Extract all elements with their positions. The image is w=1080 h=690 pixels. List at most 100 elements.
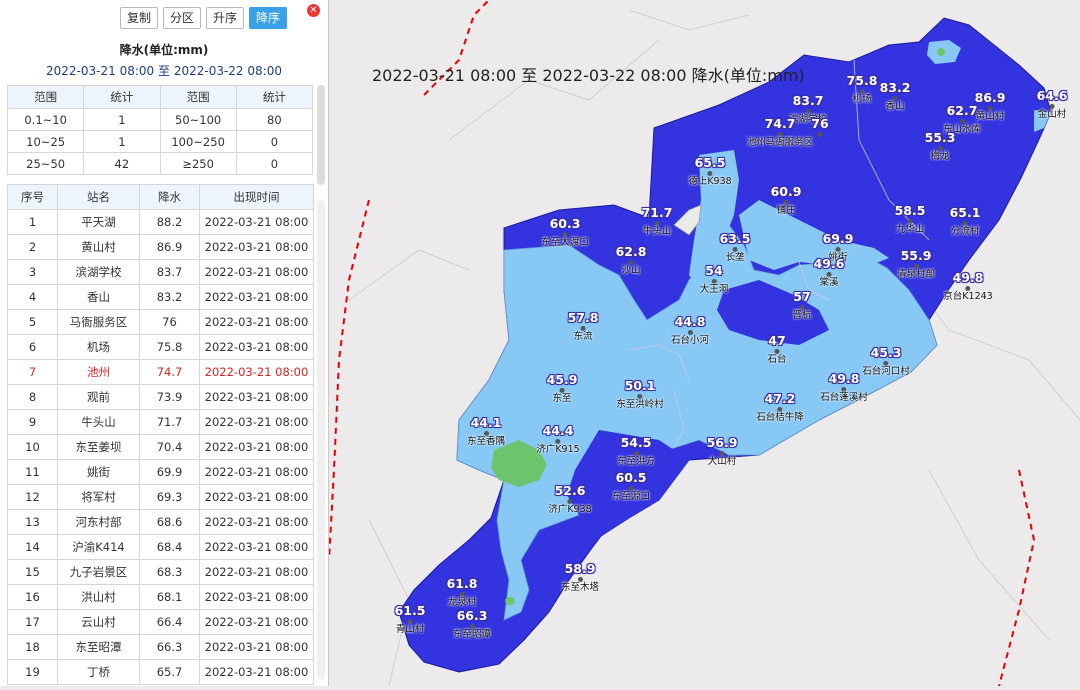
station-marker[interactable]: 57 晋杭 — [792, 290, 811, 320]
summary-cell: 42 — [83, 152, 161, 175]
table-row[interactable]: 10 东至姜坝 70.4 2022-03-21 08:00 — [7, 434, 314, 460]
station-marker[interactable]: 45.3 石台河口村 — [862, 346, 910, 376]
station-dot-icon — [937, 145, 943, 151]
ranking-cell: 2022-03-21 08:00 — [199, 659, 314, 685]
table-row[interactable]: 6 机场 75.8 2022-03-21 08:00 — [7, 334, 314, 360]
station-marker[interactable]: 50.1 东至洪岭村 — [616, 378, 664, 409]
ranking-cell: 2022-03-21 08:00 — [199, 509, 314, 535]
ranking-cell: 2022-03-21 08:00 — [199, 334, 314, 360]
table-row[interactable]: 8 观前 73.9 2022-03-21 08:00 — [7, 384, 314, 410]
station-dot-icon — [732, 246, 738, 252]
station-marker[interactable]: 60.3 东至大渡口 — [541, 217, 589, 247]
summary-header-cell: 统计 — [235, 85, 314, 109]
station-marker[interactable]: 62.8 沙山 — [616, 245, 647, 275]
table-row[interactable]: 19 丁桥 65.7 2022-03-21 08:00 — [7, 659, 314, 685]
station-marker[interactable]: 66.3 东至昭潭 — [453, 609, 491, 639]
station-marker[interactable]: 65.5 德上K938 — [688, 156, 731, 186]
station-marker[interactable]: 47 石台 — [767, 334, 786, 364]
zone-button[interactable]: 分区 — [163, 7, 202, 29]
ranking-cell: 丁桥 — [57, 659, 140, 685]
station-marker[interactable]: 74.7 池州马衙服务区 — [746, 117, 814, 148]
table-row[interactable]: 17 云山村 66.4 2022-03-21 08:00 — [7, 609, 314, 635]
station-marker[interactable]: 61.5 青山村 — [395, 604, 426, 634]
sort-desc-button[interactable]: 降序 — [249, 7, 288, 29]
station-marker[interactable]: 83.2 香山 — [880, 81, 911, 111]
rainfall-map[interactable]: 83.7 滨湖学校 74.7 池州马衙服务区 76 75.8 机场 83.2 香山 86.9 黄山村… — [328, 0, 1080, 687]
station-marker[interactable]: 63.5 长垄 — [720, 232, 751, 262]
ranking-cell: 沪渝K414 — [57, 534, 140, 560]
station-name: 大王洞 — [699, 283, 729, 295]
station-value: 56.9 — [706, 435, 738, 450]
table-row[interactable]: 13 河东村部 68.6 2022-03-21 08:00 — [7, 509, 314, 535]
station-marker[interactable]: 65.1 分流村 — [950, 206, 981, 236]
station-marker[interactable]: 58.9 东至木塔 — [561, 562, 599, 592]
sort-asc-button[interactable]: 升序 — [206, 7, 245, 29]
ranking-cell: 2022-03-21 08:00 — [199, 209, 314, 235]
table-row[interactable]: 3 滨湖学校 83.7 2022-03-21 08:00 — [7, 259, 314, 285]
station-value: 44.1 — [470, 415, 502, 430]
ranking-header-cell[interactable]: 站名 — [57, 184, 140, 210]
station-marker[interactable]: 60.5 东至源口 — [612, 471, 650, 501]
table-row[interactable]: 16 洪山村 68.1 2022-03-21 08:00 — [7, 584, 314, 610]
ranking-scrollbar[interactable] — [317, 200, 325, 680]
station-marker[interactable]: 44.8 石台小河 — [671, 315, 709, 345]
station-marker[interactable]: 64.6 金山村 — [1037, 89, 1068, 119]
station-marker[interactable]: 75.8 机场 — [847, 74, 878, 104]
ranking-header-cell[interactable]: 降水 — [139, 184, 200, 210]
ranking-header-cell[interactable]: 序号 — [7, 184, 58, 210]
station-marker[interactable]: 60.9 铺庄 — [771, 185, 802, 215]
station-marker[interactable]: 44.4 济广K915 — [536, 424, 579, 454]
station-marker[interactable]: 55.3 梅龙 — [925, 131, 956, 161]
summary-table: 范围 统计 范围 统计 0.1~10 1 50~100 80 10~25 1 100~250 0 25… — [6, 85, 314, 175]
table-row[interactable]: 15 九子岩景区 68.3 2022-03-21 08:00 — [7, 559, 314, 585]
station-dot-icon — [959, 118, 965, 124]
station-marker[interactable]: 52.6 济广K938 — [548, 484, 591, 514]
station-dot-icon — [826, 271, 832, 277]
station-dot-icon — [962, 220, 968, 226]
station-marker[interactable]: 57.8 东流 — [568, 311, 599, 341]
station-value: 76 — [811, 116, 829, 131]
copy-button[interactable]: 复制 — [120, 7, 159, 29]
close-icon[interactable]: ✕ — [307, 4, 320, 17]
ranking-cell: 19 — [7, 659, 58, 685]
station-marker[interactable]: 54 大王洞 — [699, 264, 729, 295]
table-row[interactable]: 18 东至昭潭 66.3 2022-03-21 08:00 — [7, 634, 314, 660]
table-row[interactable]: 7 池州 74.7 2022-03-21 08:00 — [7, 359, 314, 385]
table-row[interactable]: 12 将军村 69.3 2022-03-21 08:00 — [7, 484, 314, 510]
table-row[interactable]: 14 沪渝K414 68.4 2022-03-21 08:00 — [7, 534, 314, 560]
table-row[interactable]: 11 姚街 69.9 2022-03-21 08:00 — [7, 459, 314, 485]
station-marker[interactable]: 61.8 龙泉村 — [447, 577, 478, 607]
ranking-cell: 73.9 — [139, 384, 200, 410]
station-marker[interactable]: 49.8 京台K1243 — [943, 271, 992, 301]
station-marker[interactable]: 49.8 石台蓬溪村 — [820, 372, 868, 402]
station-marker[interactable]: 45.9 东至 — [547, 373, 578, 403]
ranking-cell: 2022-03-21 08:00 — [199, 434, 314, 460]
station-marker[interactable]: 58.5 九华山 — [895, 204, 926, 234]
station-name: 池州马衙服务区 — [746, 136, 814, 148]
summary-cell: 0.1~10 — [6, 108, 85, 131]
station-value: 50.1 — [624, 378, 656, 393]
station-marker[interactable]: 56.9 大山村 — [706, 435, 738, 466]
ranking-cell: 7 — [7, 359, 58, 385]
ranking-header-cell[interactable]: 出现时间 — [199, 184, 314, 210]
summary-header-cell: 统计 — [83, 85, 161, 109]
station-marker[interactable]: 47.2 石台桔牛降 — [756, 392, 804, 422]
table-row[interactable]: 9 牛头山 71.7 2022-03-21 08:00 — [7, 409, 314, 435]
table-row[interactable]: 2 黄山村 86.9 2022-03-21 08:00 — [7, 234, 314, 260]
summary-scrollbar[interactable] — [317, 85, 325, 185]
ranking-cell: 姚街 — [57, 459, 140, 485]
station-marker[interactable]: 49.6 棠溪 — [814, 257, 845, 287]
ranking-cell: 76 — [139, 309, 200, 335]
station-name: 东至香隅 — [466, 435, 506, 447]
station-marker[interactable]: 76 — [811, 116, 829, 138]
station-dot-icon — [459, 591, 465, 597]
table-row[interactable]: 1 平天湖 88.2 2022-03-21 08:00 — [7, 209, 314, 235]
station-dot-icon — [719, 450, 725, 456]
station-marker[interactable]: 44.1 东至香隅 — [466, 415, 506, 447]
station-marker[interactable]: 71.7 牛头山 — [642, 206, 673, 236]
station-marker[interactable]: 54.5 东至洪方 — [617, 436, 655, 466]
ranking-cell: 2022-03-21 08:00 — [199, 484, 314, 510]
table-row[interactable]: 5 马衙服务区 76 2022-03-21 08:00 — [7, 309, 314, 335]
table-row[interactable]: 4 香山 83.2 2022-03-21 08:00 — [7, 284, 314, 310]
station-marker[interactable]: 55.9 清泉村部 — [897, 249, 935, 279]
